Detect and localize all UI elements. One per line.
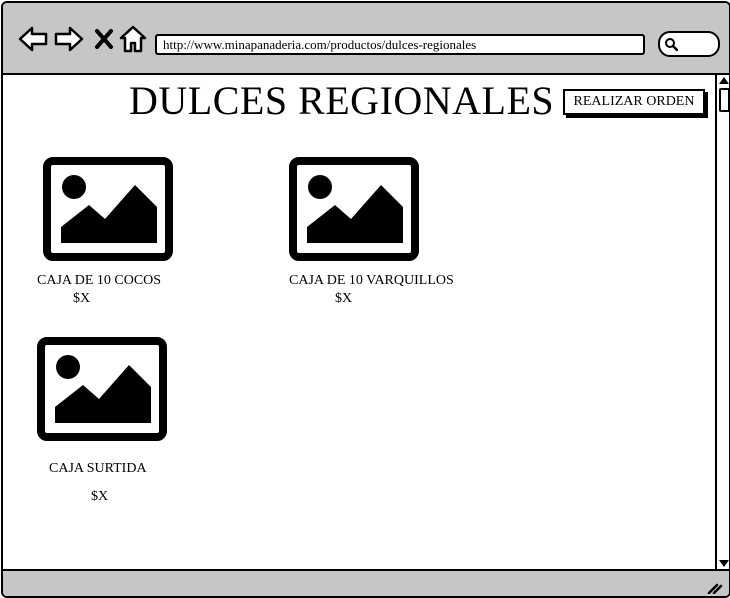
search-icon — [665, 38, 678, 51]
image-placeholder-icon — [37, 337, 167, 441]
page-content: DULCES REGIONALES REALIZAR ORDEN CAJA DE… — [3, 75, 715, 568]
product-price: $X — [335, 291, 353, 306]
place-order-button[interactable]: REALIZAR ORDEN — [563, 89, 705, 115]
image-placeholder-icon — [43, 157, 173, 261]
product-price: $X — [73, 291, 91, 306]
browser-toolbar: http://www.minapanaderia.com/productos/d… — [3, 3, 729, 75]
search-box[interactable] — [658, 31, 720, 57]
forward-arrow-icon[interactable] — [53, 23, 85, 55]
address-bar[interactable]: http://www.minapanaderia.com/productos/d… — [155, 34, 645, 55]
product-name: CAJA DE 10 VARQUILLOS — [289, 273, 454, 288]
scroll-down-arrow-icon[interactable] — [719, 560, 729, 567]
product-name: CAJA SURTIDA — [49, 461, 147, 476]
back-arrow-icon[interactable] — [17, 23, 49, 55]
image-placeholder-icon — [289, 157, 419, 261]
url-text: http://www.minapanaderia.com/productos/d… — [163, 37, 477, 52]
vertical-scrollbar[interactable] — [715, 75, 729, 569]
page-title: DULCES REGIONALES — [129, 78, 555, 123]
product-name: CAJA DE 10 COCOS — [37, 273, 162, 288]
product-price: $X — [91, 489, 109, 504]
browser-window: http://www.minapanaderia.com/productos/d… — [1, 1, 730, 598]
resize-grip-icon[interactable] — [707, 580, 723, 594]
scroll-up-arrow-icon[interactable] — [719, 77, 729, 84]
status-bar — [3, 569, 729, 596]
scroll-thumb[interactable] — [719, 88, 729, 112]
home-icon[interactable] — [117, 23, 149, 55]
